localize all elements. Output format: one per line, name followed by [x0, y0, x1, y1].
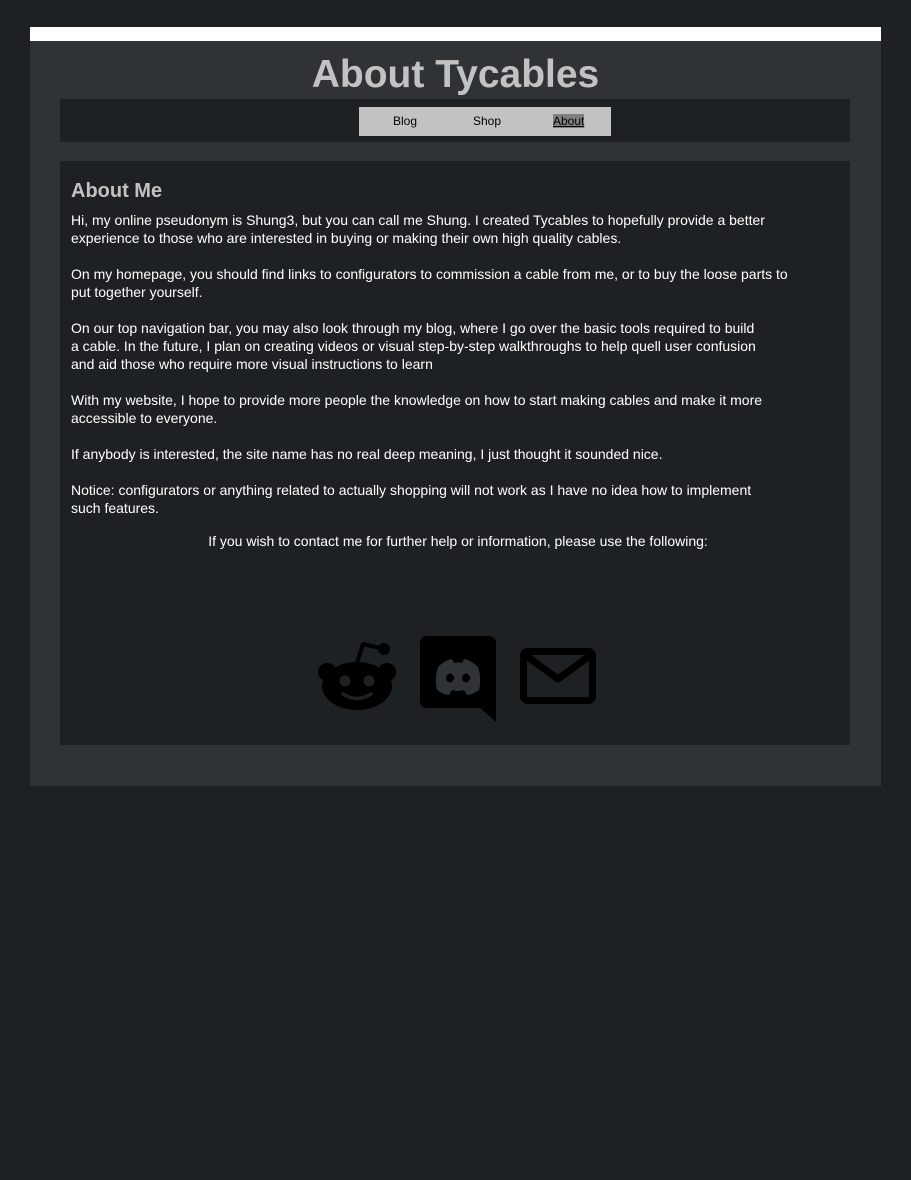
nav-link-blog[interactable]: Blog	[393, 114, 417, 128]
top-white-strip	[30, 27, 881, 41]
contact-line: If you wish to contact me for further he…	[208, 533, 708, 549]
discord-icon[interactable]	[420, 636, 496, 722]
page-title: About Tycables	[311, 53, 600, 96]
intro-paragraph: Hi, my online pseudonym is Shung3, but y…	[71, 212, 765, 246]
top-navigation-bar: Blog Shop About	[60, 99, 850, 142]
nav-link-shop[interactable]: Shop	[473, 114, 501, 128]
website-goal-paragraph: With my website, I hope to provide more …	[71, 392, 763, 426]
page-container: About Tycables Blog Shop About About Me …	[30, 41, 881, 786]
navigation-paragraph: On our top navigation bar, you may also …	[71, 320, 756, 372]
site-name-paragraph: If anybody is interested, the site name …	[71, 446, 663, 462]
about-content-panel: About Me Hi, my online pseudonym is Shun…	[60, 161, 850, 745]
nav-menu: Blog Shop About	[359, 107, 611, 136]
section-heading: About Me	[71, 180, 163, 202]
nav-link-about[interactable]: About	[553, 114, 585, 128]
notice-paragraph: Notice: configurators or anything relate…	[71, 482, 752, 516]
homepage-paragraph: On my homepage, you should find links to…	[71, 266, 788, 300]
reddit-icon[interactable]	[316, 639, 398, 711]
mail-icon[interactable]	[520, 648, 596, 704]
